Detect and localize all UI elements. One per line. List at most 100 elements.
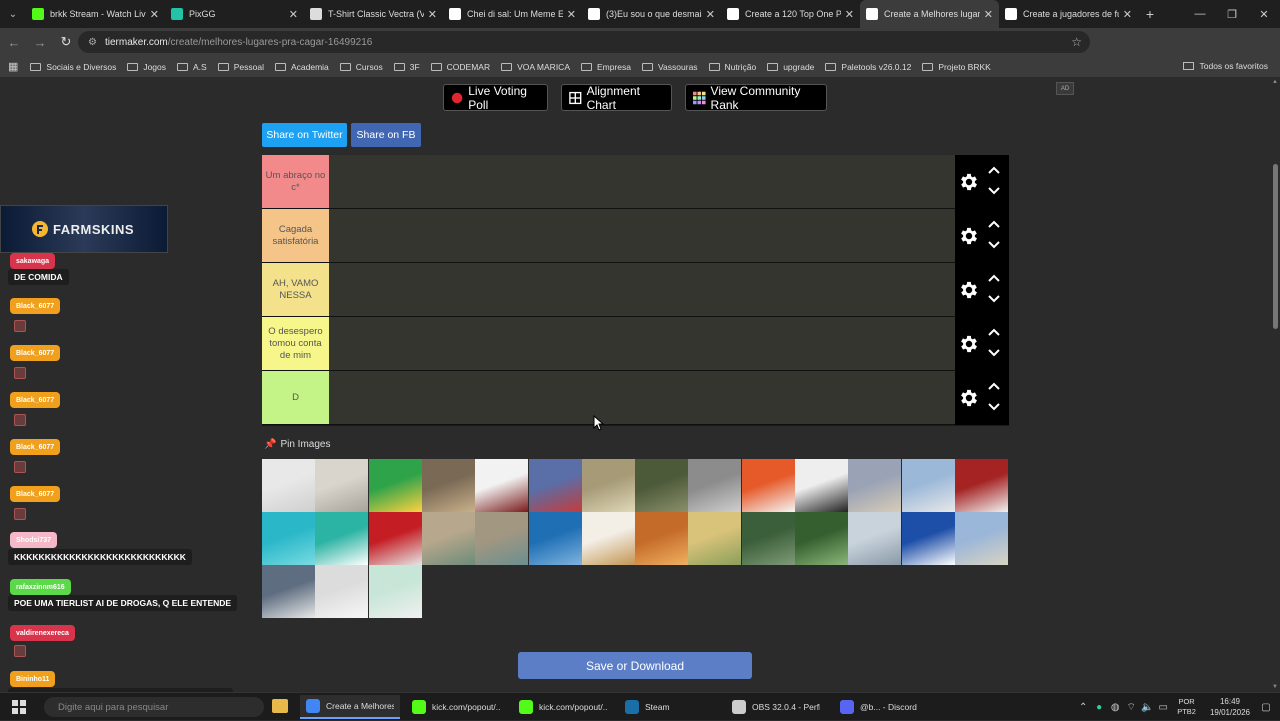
tab-close-icon[interactable]: ✕ [1123, 8, 1132, 21]
beach-image[interactable] [262, 512, 315, 565]
scroll-up-icon[interactable]: ▲ [1272, 79, 1278, 85]
tier-label[interactable]: Um abraço no c* [262, 155, 329, 208]
cafeteria-image[interactable] [688, 512, 742, 565]
cake-image[interactable] [954, 459, 1008, 512]
stadium-image[interactable] [741, 512, 795, 565]
taskbar-search-input[interactable]: Digite aqui para pesquisar [44, 697, 264, 717]
airplane-image[interactable] [848, 512, 902, 565]
tier-drop-zone[interactable] [329, 317, 955, 370]
street-image[interactable] [954, 512, 1008, 565]
tab-search-icon[interactable]: ⌄ [0, 0, 26, 28]
clock[interactable]: 16:49 19/01/2026 [1210, 696, 1250, 718]
bookmark-folder[interactable]: A.S [177, 62, 207, 72]
chevron-down-icon[interactable] [987, 185, 1001, 197]
bookmark-folder[interactable]: CODEMAR [430, 62, 490, 72]
chat-username[interactable]: Black_6077 [10, 486, 61, 502]
gear-icon[interactable] [958, 387, 980, 409]
tier-drop-zone[interactable] [329, 209, 955, 262]
gas-station-image[interactable] [528, 459, 582, 512]
share-fb-button[interactable]: Share on FB [351, 123, 421, 147]
cinema-image[interactable] [475, 459, 529, 512]
chevron-up-icon[interactable] [987, 218, 1001, 230]
tab-close-icon[interactable]: ✕ [289, 8, 298, 21]
red-car-image[interactable] [368, 512, 422, 565]
browser-tab[interactable]: T-Shirt Classic Vectra (Vec ✕ [304, 0, 443, 28]
site-info-icon[interactable]: ⚙ [88, 37, 97, 48]
tier-drop-zone[interactable] [329, 155, 955, 208]
tab-close-icon[interactable]: ✕ [845, 8, 854, 21]
chat-username[interactable]: sakawaga [10, 253, 56, 269]
save-or-download-button[interactable]: Save or Download [518, 652, 752, 679]
toilet-image[interactable] [262, 459, 315, 512]
diaper-image[interactable] [368, 565, 422, 618]
tier-label[interactable]: D [262, 371, 329, 424]
taskbar-app-button[interactable]: Steam [619, 695, 719, 719]
page-scrollbar[interactable]: ▲ ▼ [1270, 79, 1280, 692]
tier-drop-zone[interactable] [329, 263, 955, 316]
back-icon[interactable]: ← [2, 30, 26, 54]
alignment-chart-button[interactable]: Alignment Chart [561, 84, 672, 112]
chat-username[interactable]: Black_6077 [10, 439, 61, 455]
tray-chevron-icon[interactable]: ⌃ [1075, 702, 1091, 713]
squat-toilet-image[interactable] [901, 459, 955, 512]
apps-grid-icon[interactable]: ▦ [8, 60, 18, 73]
gear-icon[interactable] [958, 279, 980, 301]
gear-icon[interactable] [958, 225, 980, 247]
bookmark-folder[interactable]: VOA MARICA [501, 62, 570, 72]
tab-close-icon[interactable]: ✕ [428, 8, 437, 21]
bookmark-folder[interactable]: upgrade [767, 62, 814, 72]
taskbar-app-button[interactable]: Create a Melhores l... [300, 695, 400, 719]
browser-tab[interactable]: (3)Eu sou o que desmaia ✕ [582, 0, 721, 28]
tray-app-icon-2[interactable]: ◍ [1107, 702, 1123, 713]
stool-image[interactable] [581, 512, 635, 565]
volume-icon[interactable]: 🔈 [1139, 702, 1155, 713]
tab-close-icon[interactable]: ✕ [984, 8, 993, 21]
bookmark-folder[interactable]: Sociais e Diversos [30, 62, 116, 72]
bookmark-folder[interactable]: Paletools v26.0.12 [825, 62, 911, 72]
bookmark-star-icon[interactable]: ☆ [1071, 35, 1082, 49]
ad-badge[interactable]: AD [1056, 82, 1074, 95]
bookmark-folder[interactable]: 3F [393, 62, 420, 72]
bed-image[interactable] [315, 459, 369, 512]
minimize-icon[interactable]: — [1184, 0, 1216, 28]
corridor-image[interactable] [581, 459, 635, 512]
browser-tab[interactable]: Create a Melhores lugare ✕ [860, 0, 999, 28]
chevron-down-icon[interactable] [987, 347, 1001, 359]
chevron-down-icon[interactable] [987, 239, 1001, 251]
bookmark-folder[interactable]: Vassouras [642, 62, 698, 72]
gear-icon[interactable] [958, 171, 980, 193]
tier-label[interactable]: AH, VAMO NESSA [262, 263, 329, 316]
candle-image[interactable] [635, 512, 689, 565]
bus-image[interactable] [262, 565, 315, 618]
hospital-icon-image[interactable] [315, 512, 369, 565]
pin-images-toggle[interactable]: 📌 Pin Images [264, 439, 330, 450]
chat-username[interactable]: Black_6077 [10, 345, 61, 361]
plastic-chair-image[interactable] [741, 459, 795, 512]
graal-logo-image[interactable] [368, 459, 422, 512]
chat-username[interactable]: Black_6077 [10, 392, 61, 408]
restore-icon[interactable]: ❐ [1216, 0, 1248, 28]
chevron-up-icon[interactable] [987, 380, 1001, 392]
tier-drop-zone[interactable] [329, 371, 955, 424]
language-indicator[interactable]: POR PTB2 [1177, 697, 1196, 717]
tab-close-icon[interactable]: ✕ [150, 8, 159, 21]
share-twitter-button[interactable]: Share on Twitter [262, 123, 347, 147]
tray-app-icon[interactable]: ● [1091, 702, 1107, 713]
restaurant-image[interactable] [421, 459, 475, 512]
browser-tab[interactable]: Chei di sal: Um Meme Eng ✕ [443, 0, 582, 28]
bidet-toilet-image[interactable] [315, 565, 369, 618]
close-window-icon[interactable]: ✕ [1248, 0, 1280, 28]
chat-username[interactable]: Black_6077 [10, 298, 61, 314]
bathroom-image[interactable] [475, 512, 529, 565]
chat-username[interactable]: Shodsi737 [10, 532, 58, 548]
tier-label[interactable]: O desespero tomou conta de mim [262, 317, 329, 370]
gaming-chair-image[interactable] [795, 459, 848, 512]
bookmark-folder[interactable]: Empresa [581, 62, 631, 72]
forest-image[interactable] [795, 512, 848, 565]
scrollbar-thumb[interactable] [1273, 164, 1278, 329]
chevron-up-icon[interactable] [987, 326, 1001, 338]
windows-start-icon[interactable] [12, 700, 26, 714]
portable-toilet-image[interactable] [528, 512, 582, 565]
bookmark-folder[interactable]: Nutrição [708, 62, 756, 72]
chevron-down-icon[interactable] [987, 401, 1001, 413]
